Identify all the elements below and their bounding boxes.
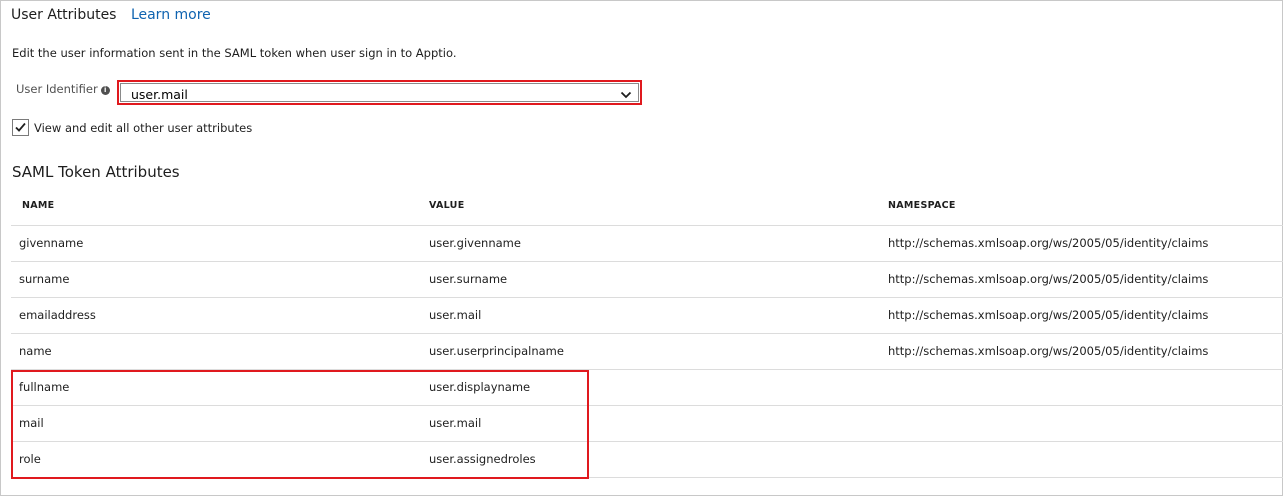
row-name: emailaddress: [19, 308, 96, 322]
learn-more-link[interactable]: Learn more: [131, 7, 211, 23]
column-header-name: NAME: [22, 200, 55, 211]
row-namespace: http://schemas.xmlsoap.org/ws/2005/05/id…: [888, 236, 1209, 250]
row-name: surname: [19, 272, 70, 286]
view-all-attributes-row: View and edit all other user attributes: [12, 117, 252, 136]
row-value: user.surname: [429, 272, 508, 286]
row-value: user.givenname: [429, 236, 521, 250]
user-identifier-dropdown[interactable]: user.mail: [120, 83, 639, 102]
row-name: fullname: [19, 380, 70, 394]
row-namespace: http://schemas.xmlsoap.org/ws/2005/05/id…: [888, 344, 1209, 358]
row-value: user.mail: [429, 416, 482, 430]
panel-title: User Attributes: [11, 7, 117, 23]
panel-header: User Attributes Learn more: [11, 7, 211, 23]
user-identifier-label: User Identifier i: [16, 82, 110, 96]
table-row[interactable]: [11, 370, 1283, 406]
chevron-down-icon: [620, 86, 632, 105]
row-name: givenname: [19, 236, 84, 250]
panel-description: Edit the user information sent in the SA…: [12, 46, 457, 60]
user-identifier-value: user.mail: [131, 87, 188, 102]
row-namespace: http://schemas.xmlsoap.org/ws/2005/05/id…: [888, 308, 1209, 322]
row-value: user.mail: [429, 308, 482, 322]
row-divider: [11, 477, 1283, 478]
user-identifier-highlight: user.mail: [117, 80, 642, 105]
row-name: mail: [19, 416, 44, 430]
column-header-value: VALUE: [429, 200, 465, 211]
table-row[interactable]: [11, 442, 1283, 478]
table-row[interactable]: [11, 406, 1283, 442]
row-name: name: [19, 344, 52, 358]
row-name: role: [19, 452, 41, 466]
checkmark-icon: [15, 122, 26, 132]
row-value: user.displayname: [429, 380, 531, 394]
view-all-attributes-checkbox[interactable]: [12, 119, 29, 136]
user-attributes-panel: User Attributes Learn more Edit the user…: [0, 0, 1283, 496]
view-all-attributes-label: View and edit all other user attributes: [34, 120, 253, 135]
row-value: user.assignedroles: [429, 452, 536, 466]
info-icon[interactable]: i: [100, 86, 110, 95]
saml-section-title: SAML Token Attributes: [12, 163, 180, 181]
row-namespace: http://schemas.xmlsoap.org/ws/2005/05/id…: [888, 272, 1209, 286]
row-value: user.userprincipalname: [429, 344, 564, 358]
column-header-namespace: NAMESPACE: [888, 200, 956, 211]
